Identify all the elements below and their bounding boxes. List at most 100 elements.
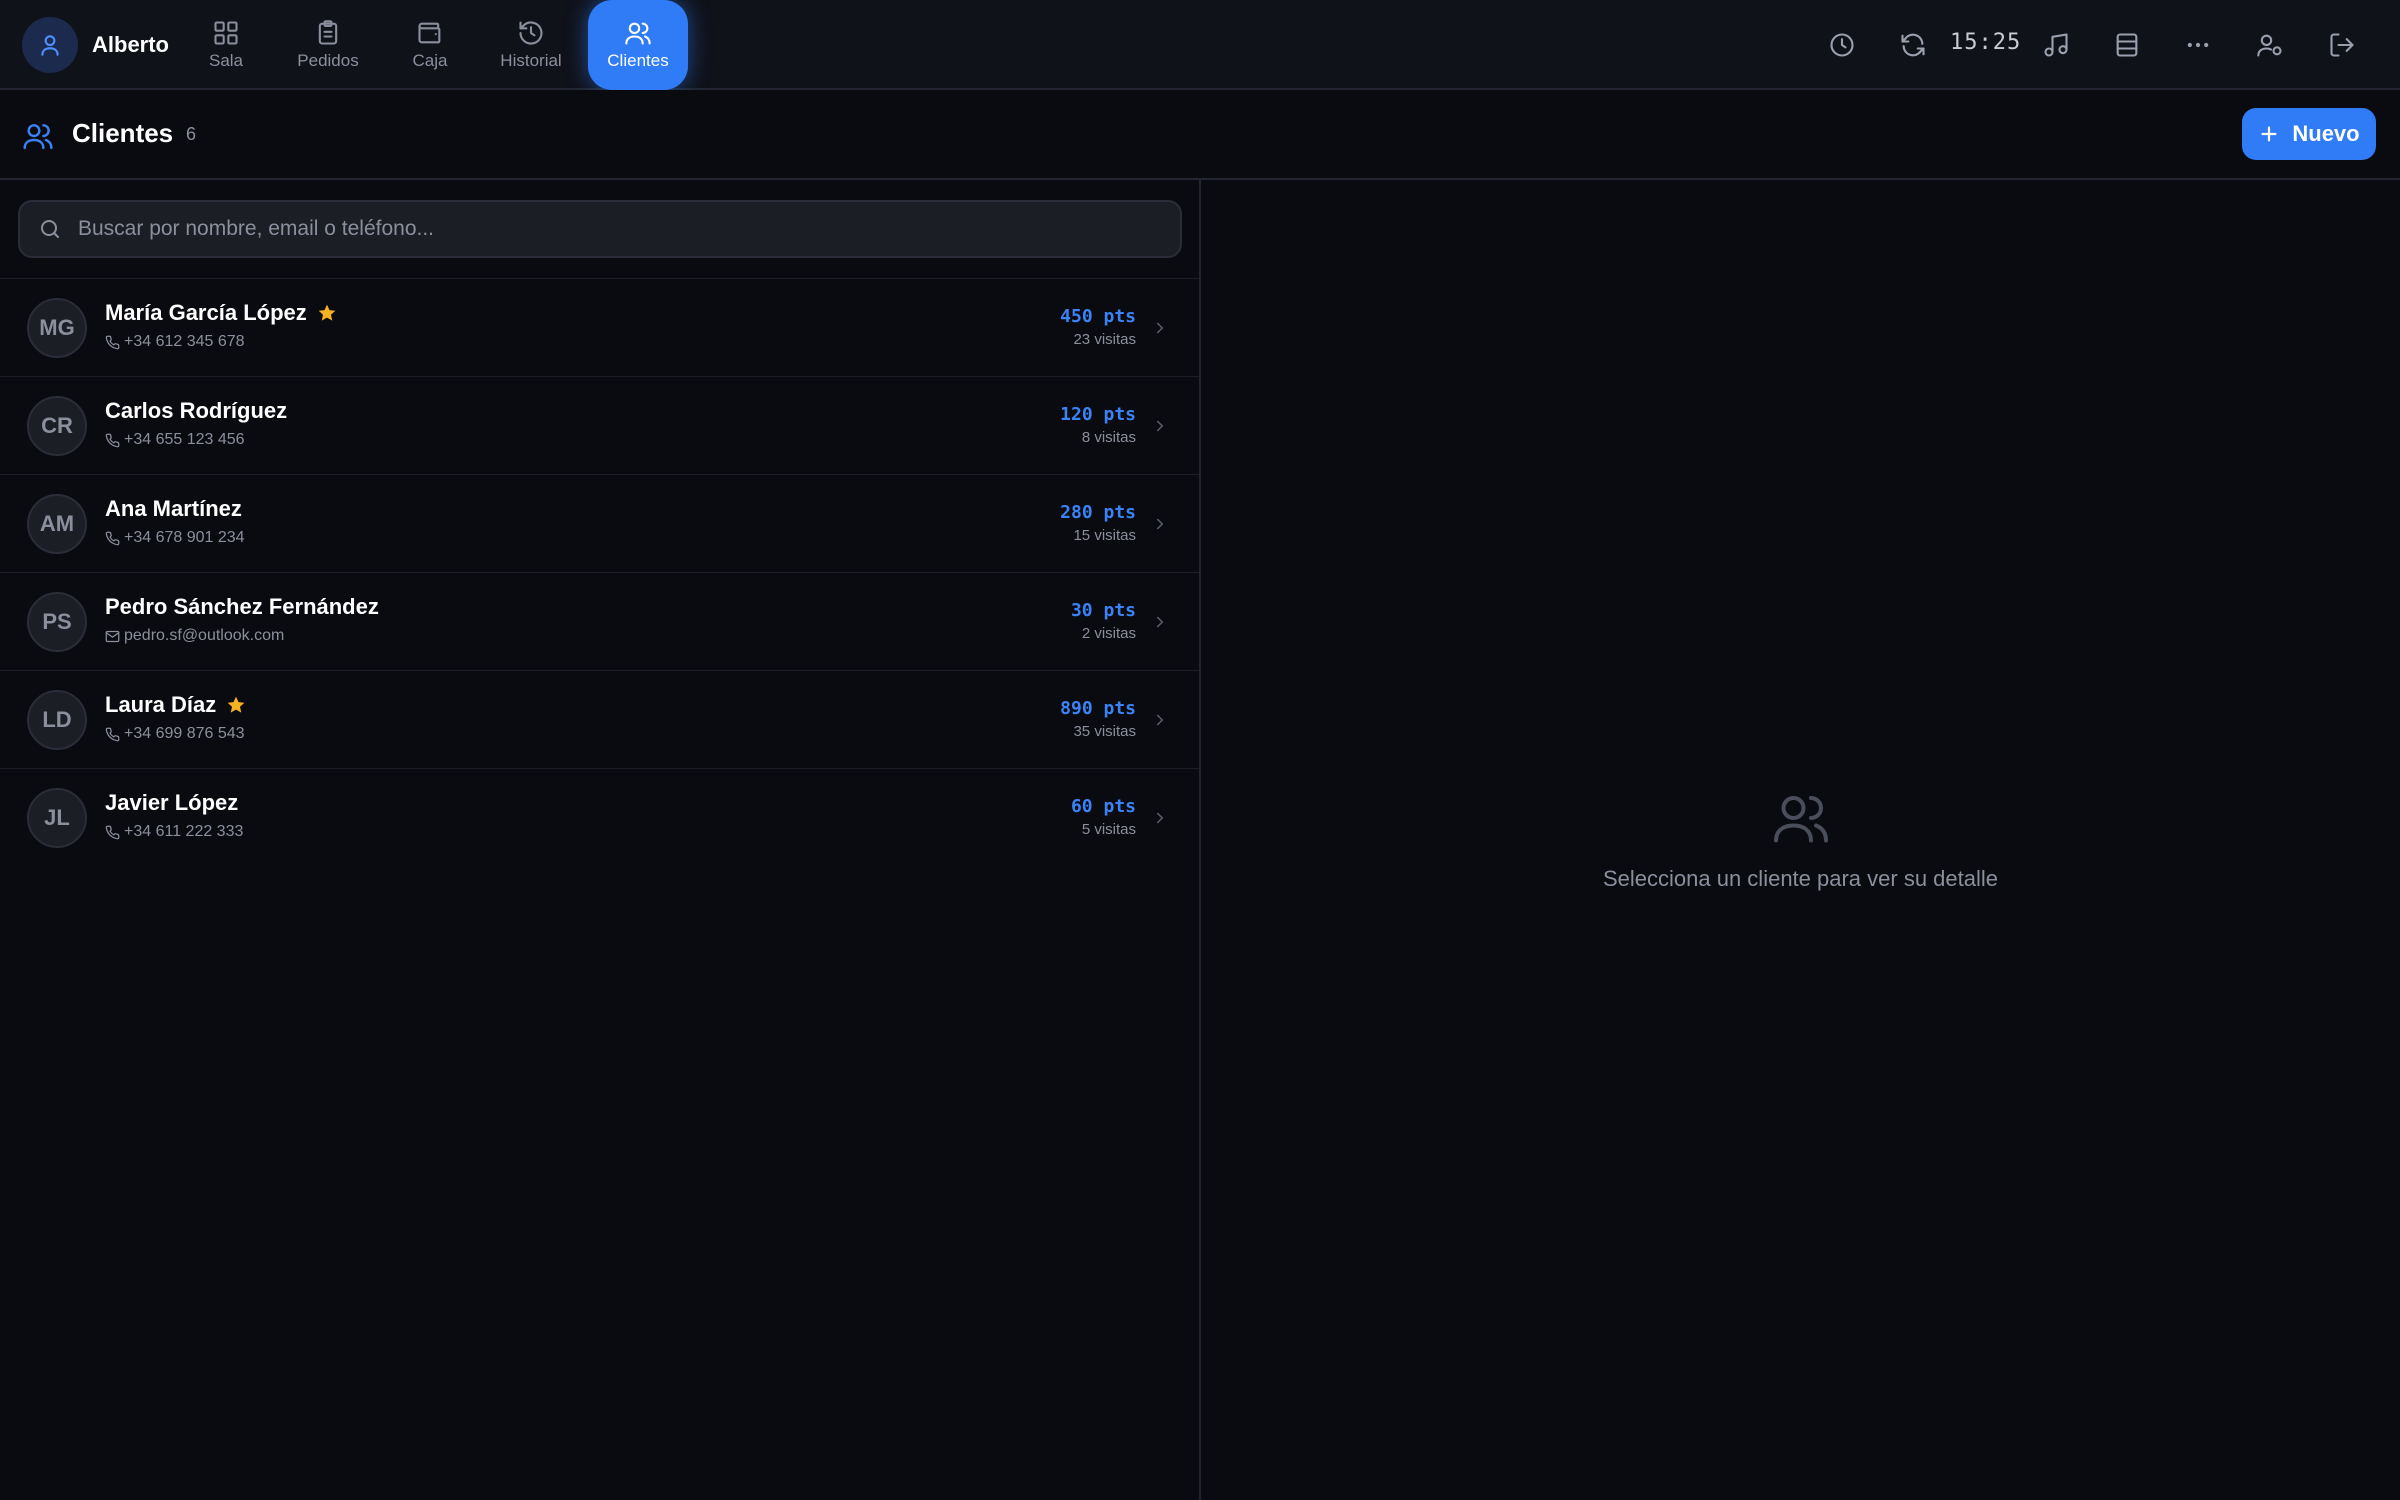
client-row-ld[interactable]: LD Laura Díaz +34 699 876 543 890 pts 35… bbox=[0, 670, 1199, 768]
search-box[interactable] bbox=[18, 200, 1182, 258]
users-icon bbox=[1774, 796, 1828, 843]
client-name-line: María García López bbox=[105, 300, 337, 326]
tab-clientes-label: Clientes bbox=[607, 51, 669, 70]
tab-historial-label: Historial bbox=[500, 51, 562, 70]
plus-icon bbox=[2261, 126, 2277, 142]
tab-historial[interactable]: Historial bbox=[481, 0, 581, 90]
client-contact: +34 699 876 543 bbox=[105, 725, 245, 743]
client-points: 30 pts bbox=[1070, 600, 1136, 621]
tab-clientes[interactable]: Clientes bbox=[588, 0, 688, 90]
client-points: 450 pts bbox=[1060, 306, 1136, 327]
chevron-right-icon bbox=[1157, 322, 1164, 334]
client-name: Carlos Rodríguez bbox=[105, 398, 288, 423]
client-avatar: PS bbox=[27, 592, 87, 652]
client-name-line: Laura Díaz bbox=[105, 692, 246, 718]
users-icon bbox=[625, 22, 651, 45]
client-name: Javier López bbox=[105, 790, 239, 815]
chevron-right-icon bbox=[1157, 420, 1164, 432]
client-initials: MG bbox=[39, 315, 75, 340]
client-contact: +34 612 345 678 bbox=[105, 333, 245, 351]
client-avatar: MG bbox=[27, 298, 87, 358]
user-name: Alberto bbox=[92, 32, 169, 57]
grid-icon bbox=[214, 21, 238, 45]
client-visits: 8 visitas bbox=[1081, 429, 1136, 446]
top-bar: Alberto Sala Pedidos Caja Historial Clie… bbox=[0, 0, 2400, 90]
more-icon bbox=[2187, 42, 2209, 48]
client-contact-value: +34 699 876 543 bbox=[124, 725, 245, 742]
client-initials: PS bbox=[42, 609, 72, 634]
music-button[interactable] bbox=[2036, 25, 2076, 65]
client-contact-value: +34 655 123 456 bbox=[124, 431, 245, 448]
client-visits: 15 visitas bbox=[1073, 527, 1136, 544]
client-visits: 23 visitas bbox=[1073, 331, 1136, 348]
client-initials: CR bbox=[41, 413, 73, 438]
refresh-button[interactable] bbox=[1893, 25, 1933, 65]
history-icon bbox=[519, 21, 543, 45]
star-icon bbox=[227, 696, 245, 713]
client-name: Laura Díaz bbox=[105, 692, 217, 717]
client-count: 6 bbox=[186, 124, 197, 144]
phone-icon bbox=[105, 335, 120, 349]
client-name-line: Carlos Rodríguez bbox=[105, 398, 287, 424]
tab-caja[interactable]: Caja bbox=[380, 0, 480, 90]
more-button[interactable] bbox=[2178, 25, 2218, 65]
refresh-icon bbox=[1901, 33, 1925, 57]
client-contact-value: +34 612 345 678 bbox=[124, 333, 245, 350]
list-button[interactable] bbox=[2107, 25, 2147, 65]
client-initials: JL bbox=[44, 805, 70, 830]
client-initials: AM bbox=[39, 511, 75, 536]
client-contact: pedro.sf@outlook.com bbox=[105, 627, 284, 645]
new-client-label: Nuevo bbox=[2292, 121, 2360, 146]
client-points: 280 pts bbox=[1060, 502, 1136, 523]
client-row-ps[interactable]: PS Pedro Sánchez Fernández pedro.sf@outl… bbox=[0, 572, 1199, 670]
client-avatar: LD bbox=[27, 690, 87, 750]
client-name: Ana Martínez bbox=[105, 496, 242, 521]
client-contact: +34 655 123 456 bbox=[105, 431, 245, 449]
chevron-right-icon bbox=[1157, 616, 1164, 628]
client-contact-value: pedro.sf@outlook.com bbox=[124, 627, 285, 644]
tab-sala[interactable]: Sala bbox=[176, 0, 276, 90]
client-row-am[interactable]: AM Ana Martínez +34 678 901 234 280 pts … bbox=[0, 474, 1199, 572]
logout-icon bbox=[2330, 33, 2354, 57]
wallet-icon bbox=[418, 22, 441, 44]
clock-time: 15:25 bbox=[1950, 30, 2022, 55]
user-settings-button[interactable] bbox=[2250, 25, 2290, 65]
client-name-line: Javier López bbox=[105, 790, 238, 816]
new-client-button[interactable]: Nuevo bbox=[2242, 108, 2376, 160]
tab-caja-label: Caja bbox=[412, 51, 448, 70]
clock-icon bbox=[1830, 33, 1854, 57]
client-row-mg[interactable]: MG María García López +34 612 345 678 45… bbox=[0, 278, 1199, 376]
logout-button[interactable] bbox=[2322, 25, 2362, 65]
client-name-line: Ana Martínez bbox=[105, 496, 242, 522]
user-settings-icon bbox=[2257, 34, 2282, 57]
client-row-jl[interactable]: JL Javier López +34 611 222 333 60 pts 5… bbox=[0, 768, 1199, 866]
user-avatar[interactable] bbox=[22, 17, 78, 73]
client-points: 890 pts bbox=[1060, 698, 1136, 719]
user-profile[interactable]: Alberto bbox=[22, 17, 169, 73]
search-input[interactable] bbox=[78, 217, 1180, 241]
search-icon bbox=[41, 220, 59, 238]
tab-pedidos-label: Pedidos bbox=[297, 51, 359, 70]
tab-pedidos[interactable]: Pedidos bbox=[278, 0, 378, 90]
client-contact: +34 611 222 333 bbox=[105, 823, 243, 841]
clock-button[interactable] bbox=[1822, 25, 1862, 65]
client-list: MG María García López +34 612 345 678 45… bbox=[0, 278, 1199, 866]
client-initials: LD bbox=[42, 707, 72, 732]
client-contact-value: +34 611 222 333 bbox=[124, 823, 244, 840]
client-contact: +34 678 901 234 bbox=[105, 529, 245, 547]
client-visits: 35 visitas bbox=[1073, 723, 1136, 740]
phone-icon bbox=[105, 727, 120, 741]
client-detail-panel: Selecciona un cliente para ver su detall… bbox=[1201, 180, 2400, 1500]
tab-sala-label: Sala bbox=[208, 51, 244, 70]
client-visits: 5 visitas bbox=[1081, 821, 1136, 838]
chevron-right-icon bbox=[1157, 518, 1164, 530]
phone-icon bbox=[105, 825, 120, 839]
empty-state-message: Selecciona un cliente para ver su detall… bbox=[1602, 866, 1999, 891]
users-icon bbox=[23, 124, 53, 150]
client-avatar: JL bbox=[27, 788, 87, 848]
page-title: Clientes bbox=[72, 118, 174, 148]
client-avatar: CR bbox=[27, 396, 87, 456]
client-row-cr[interactable]: CR Carlos Rodríguez +34 655 123 456 120 … bbox=[0, 376, 1199, 474]
client-points: 120 pts bbox=[1060, 404, 1136, 425]
page-header: Clientes 6 Nuevo bbox=[0, 90, 2400, 180]
